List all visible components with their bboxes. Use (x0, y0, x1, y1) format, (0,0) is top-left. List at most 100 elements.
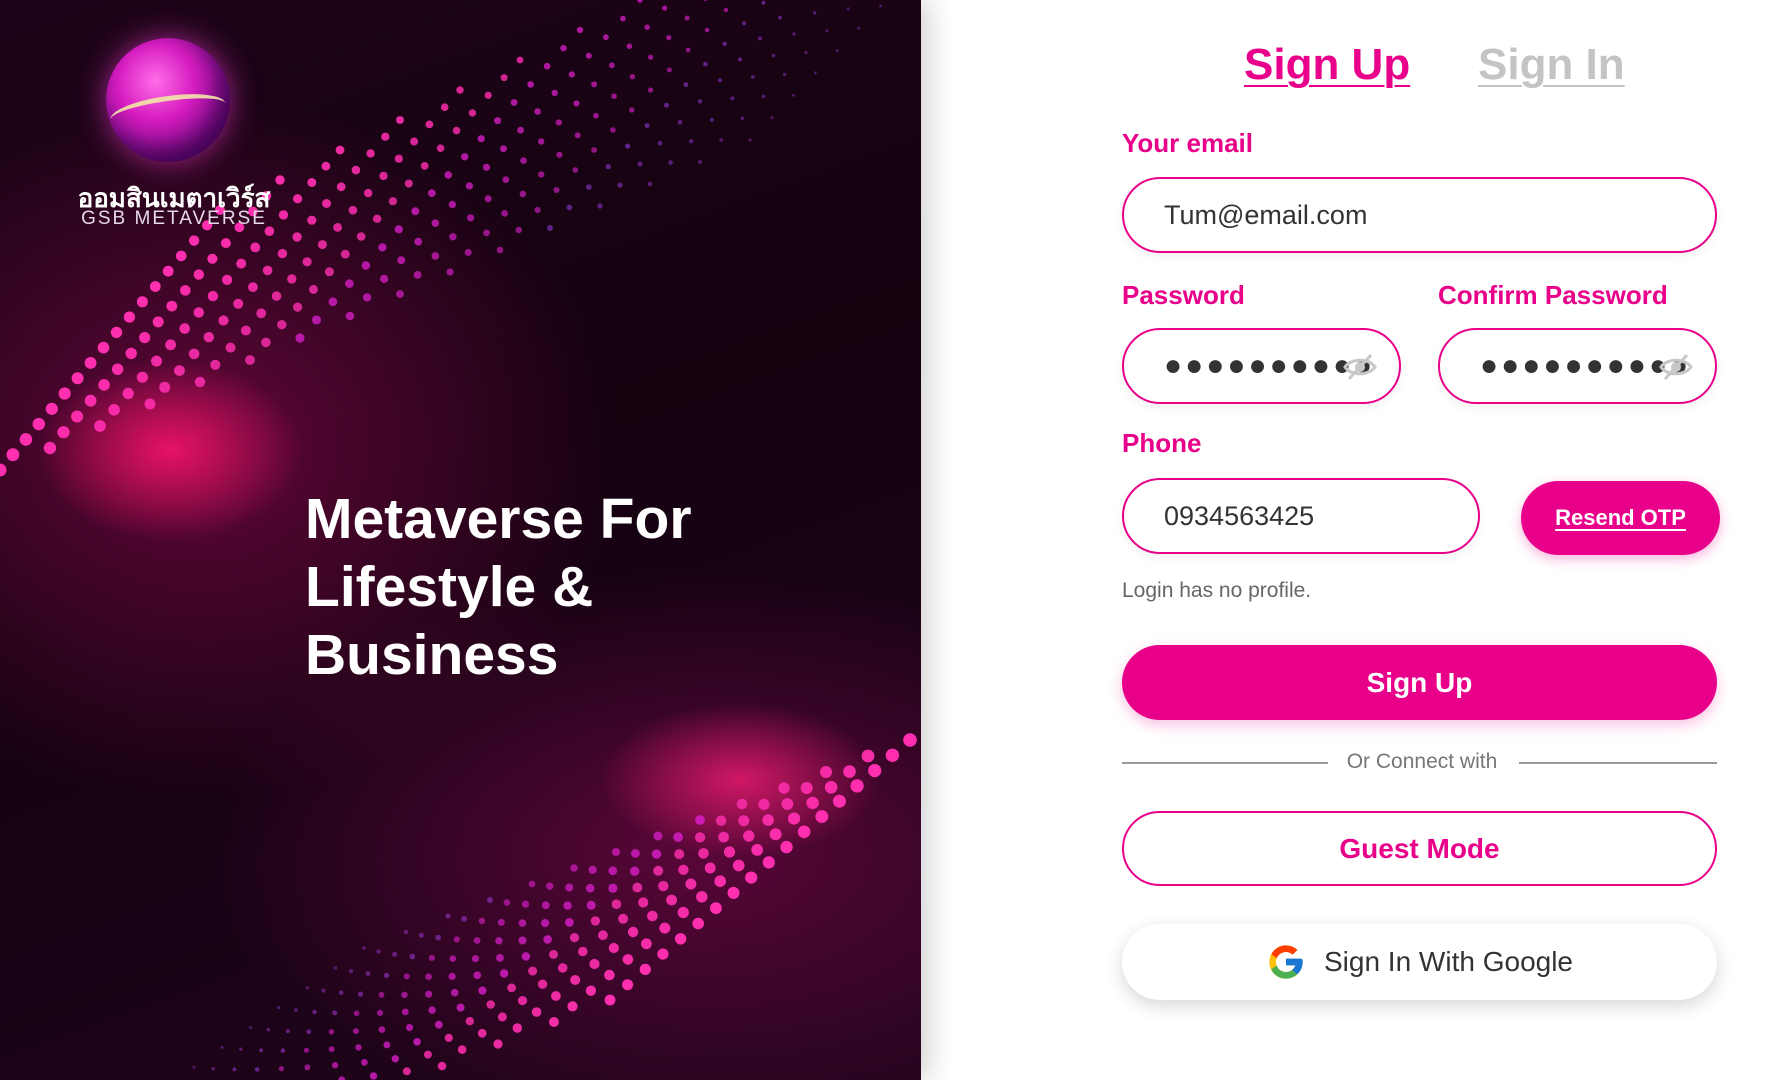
particle-dot (588, 865, 597, 874)
particle-dot (444, 1033, 453, 1042)
particle-dot (348, 969, 353, 974)
particle-dot (551, 991, 561, 1001)
particle-dot (335, 145, 345, 155)
connect-divider: Or Connect with (1122, 750, 1717, 776)
particle-dot (396, 116, 404, 124)
particle-dot (302, 257, 312, 267)
particle-dot (556, 151, 563, 158)
particle-dot (295, 333, 305, 343)
tab-sign-up[interactable]: Sign Up (1244, 40, 1410, 90)
particle-dot (378, 1026, 386, 1033)
particle-dot (236, 258, 247, 269)
particle-dot (648, 54, 654, 60)
guest-mode-button[interactable]: Guest Mode (1122, 811, 1717, 886)
eye-off-icon[interactable] (1659, 352, 1693, 382)
particle-dot (710, 902, 722, 915)
particle-dot (321, 988, 326, 993)
particle-dot (448, 200, 457, 209)
phone-field[interactable] (1122, 478, 1480, 554)
particle-dot (6, 448, 20, 462)
particle-dot (149, 281, 161, 292)
particle-dot (392, 951, 398, 957)
particle-dot (431, 252, 440, 260)
particle-dot (210, 359, 221, 370)
particle-dot (647, 910, 658, 922)
resend-otp-button[interactable]: Resend OTP (1521, 481, 1720, 555)
particle-dot (521, 900, 530, 908)
particle-dot (372, 214, 382, 223)
particle-dot (664, 102, 669, 108)
tab-sign-in[interactable]: Sign In (1478, 40, 1625, 90)
particle-dot (152, 316, 164, 328)
particle-dot (32, 417, 45, 431)
particle-dot (565, 883, 574, 892)
password-field[interactable]: ●●●●●●●●●● (1122, 328, 1401, 404)
particle-dot (585, 883, 595, 893)
particle-dot (362, 293, 372, 302)
google-g-icon (1269, 945, 1303, 979)
particle-dot (71, 372, 84, 385)
particle-dot (770, 116, 774, 120)
particle-dot (835, 49, 839, 53)
particle-dot (328, 297, 338, 307)
particle-dot (718, 831, 729, 843)
particle-dot (541, 919, 550, 928)
email-field[interactable] (1122, 177, 1717, 253)
particle-dot (473, 971, 482, 980)
particle-dot (362, 946, 366, 950)
particle-dot (611, 847, 621, 857)
particle-dot (813, 11, 817, 15)
particle-dot (666, 67, 672, 73)
particle-dot (471, 955, 480, 963)
particle-dot (696, 891, 708, 903)
particle-dot (218, 315, 229, 326)
particle-dot (461, 153, 469, 161)
particle-dot (278, 1066, 284, 1072)
particle-dot (403, 973, 410, 980)
phone-input[interactable] (1164, 500, 1478, 532)
particle-dot (730, 96, 735, 101)
particle-dot (820, 766, 832, 778)
confirm-password-field[interactable]: ●●●●●●●●●● (1438, 328, 1717, 404)
particle-dot (250, 242, 261, 253)
particle-dot (567, 1001, 578, 1012)
eye-off-icon[interactable] (1343, 352, 1377, 382)
particle-dot (425, 973, 432, 980)
particle-dot (58, 387, 71, 400)
particle-dot (351, 165, 361, 175)
particle-dot (245, 355, 255, 365)
particle-dot (122, 387, 134, 400)
particle-dot (179, 323, 190, 334)
email-input[interactable] (1164, 199, 1715, 231)
particle-dot (388, 197, 397, 206)
particle-dot (307, 215, 317, 225)
particle-dot (57, 426, 70, 439)
particle-dot (249, 1026, 253, 1029)
sign-up-button[interactable]: Sign Up (1122, 645, 1717, 720)
particle-dot (738, 57, 742, 62)
particle-dot (885, 748, 900, 762)
particle-dot (515, 226, 522, 234)
phone-label: Phone (1122, 428, 1202, 458)
particle-dot (435, 934, 442, 941)
hero-headline: Metaverse For Lifestyle & Business (305, 485, 765, 689)
google-sign-in-button[interactable]: Sign In With Google (1122, 924, 1717, 1000)
particle-dot (261, 337, 271, 348)
particle-dot (312, 315, 321, 325)
particle-dot (448, 972, 456, 981)
particle-dot (591, 147, 597, 153)
particle-dot (381, 132, 390, 141)
particle-dot (383, 1041, 391, 1049)
particle-dot (674, 933, 687, 945)
particle-dot (563, 901, 572, 910)
particle-dot (425, 990, 433, 998)
particle-dot (379, 171, 388, 181)
particle-dot (410, 137, 419, 146)
particle-dot (742, 21, 747, 26)
particle-dot (125, 347, 137, 360)
particle-dot (695, 815, 705, 825)
particle-dot (762, 856, 775, 869)
particle-dot (211, 1067, 215, 1071)
particle-dot (307, 178, 317, 187)
particle-dot (449, 955, 457, 962)
